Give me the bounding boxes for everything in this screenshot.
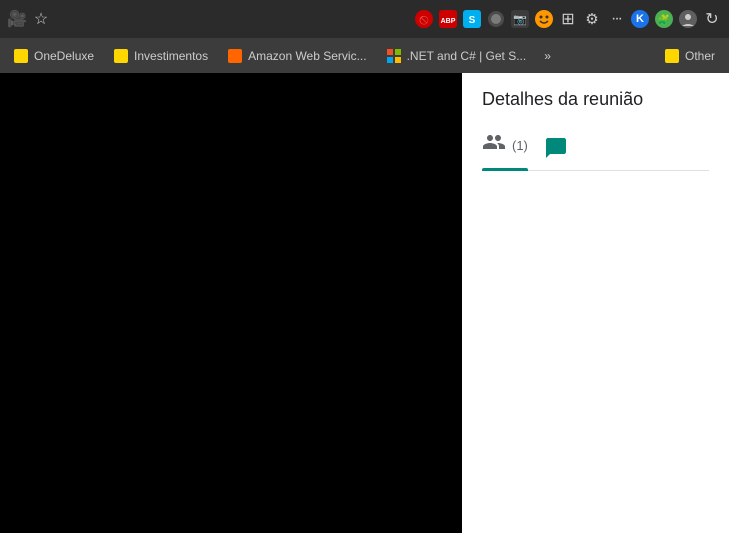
- tab-overflow-button[interactable]: »: [536, 42, 559, 70]
- camera2-icon[interactable]: 📷: [511, 10, 529, 28]
- svg-text:S: S: [469, 15, 476, 26]
- tab-aws[interactable]: Amazon Web Servic...: [218, 42, 377, 70]
- right-panel: Detalhes da reunião (1): [462, 73, 729, 533]
- gear-icon[interactable]: ⚙: [583, 10, 601, 28]
- other-tab[interactable]: Other: [655, 42, 725, 70]
- circle-icon[interactable]: [487, 10, 505, 28]
- profile-icon[interactable]: [679, 10, 697, 28]
- tab-dotnet-favicon: [387, 49, 401, 63]
- abp-icon[interactable]: ABP: [439, 10, 457, 28]
- participants-count: (1): [512, 138, 528, 153]
- main-area: Detalhes da reunião (1): [0, 73, 729, 533]
- toolbar: 🎥 ☆ 🚫 ABP S: [0, 0, 729, 38]
- panel-title: Detalhes da reunião: [482, 89, 709, 110]
- svg-text:🚫: 🚫: [419, 15, 429, 25]
- tab-investimentos[interactable]: Investimentos: [104, 42, 218, 70]
- camera-icon[interactable]: 🎥: [8, 10, 26, 28]
- left-panel: [0, 73, 462, 533]
- tab-bar: OneDeluxe Investimentos Amazon Web Servi…: [0, 38, 729, 73]
- tab-dotnet[interactable]: .NET and C# | Get S...: [377, 42, 537, 70]
- tab-investimentos-label: Investimentos: [134, 49, 208, 63]
- tab-dotnet-label: .NET and C# | Get S...: [407, 49, 527, 63]
- tab-onedeluxe-label: OneDeluxe: [34, 49, 94, 63]
- tab-aws-favicon: [228, 49, 242, 63]
- grid-icon[interactable]: ⊞: [559, 10, 577, 28]
- chat-tab[interactable]: [544, 136, 568, 170]
- skype-icon[interactable]: S: [463, 10, 481, 28]
- adblock-icon[interactable]: 🚫: [415, 10, 433, 28]
- participants-tab[interactable]: (1): [482, 130, 528, 170]
- star-icon[interactable]: ☆: [32, 10, 50, 28]
- update-icon[interactable]: ↻: [703, 10, 721, 28]
- tab-investimentos-favicon: [114, 49, 128, 63]
- svg-text:🧩: 🧩: [658, 13, 670, 26]
- dots-icon[interactable]: ···: [607, 10, 625, 28]
- svg-text:📷: 📷: [513, 14, 527, 26]
- other-tab-favicon: [665, 49, 679, 63]
- browser-chrome: 🎥 ☆ 🚫 ABP S: [0, 0, 729, 73]
- other-tab-label: Other: [685, 49, 715, 63]
- extension-icon[interactable]: 🧩: [655, 10, 673, 28]
- tab-onedeluxe[interactable]: OneDeluxe: [4, 42, 104, 70]
- people-icon: [482, 130, 506, 160]
- k-icon[interactable]: K: [631, 10, 649, 28]
- svg-text:ABP: ABP: [441, 18, 456, 25]
- tab-aws-label: Amazon Web Servic...: [248, 49, 367, 63]
- tab-onedeluxe-favicon: [14, 49, 28, 63]
- chat-icon: [544, 136, 568, 160]
- panel-tabs: (1): [482, 130, 709, 171]
- emoji-icon[interactable]: [535, 10, 553, 28]
